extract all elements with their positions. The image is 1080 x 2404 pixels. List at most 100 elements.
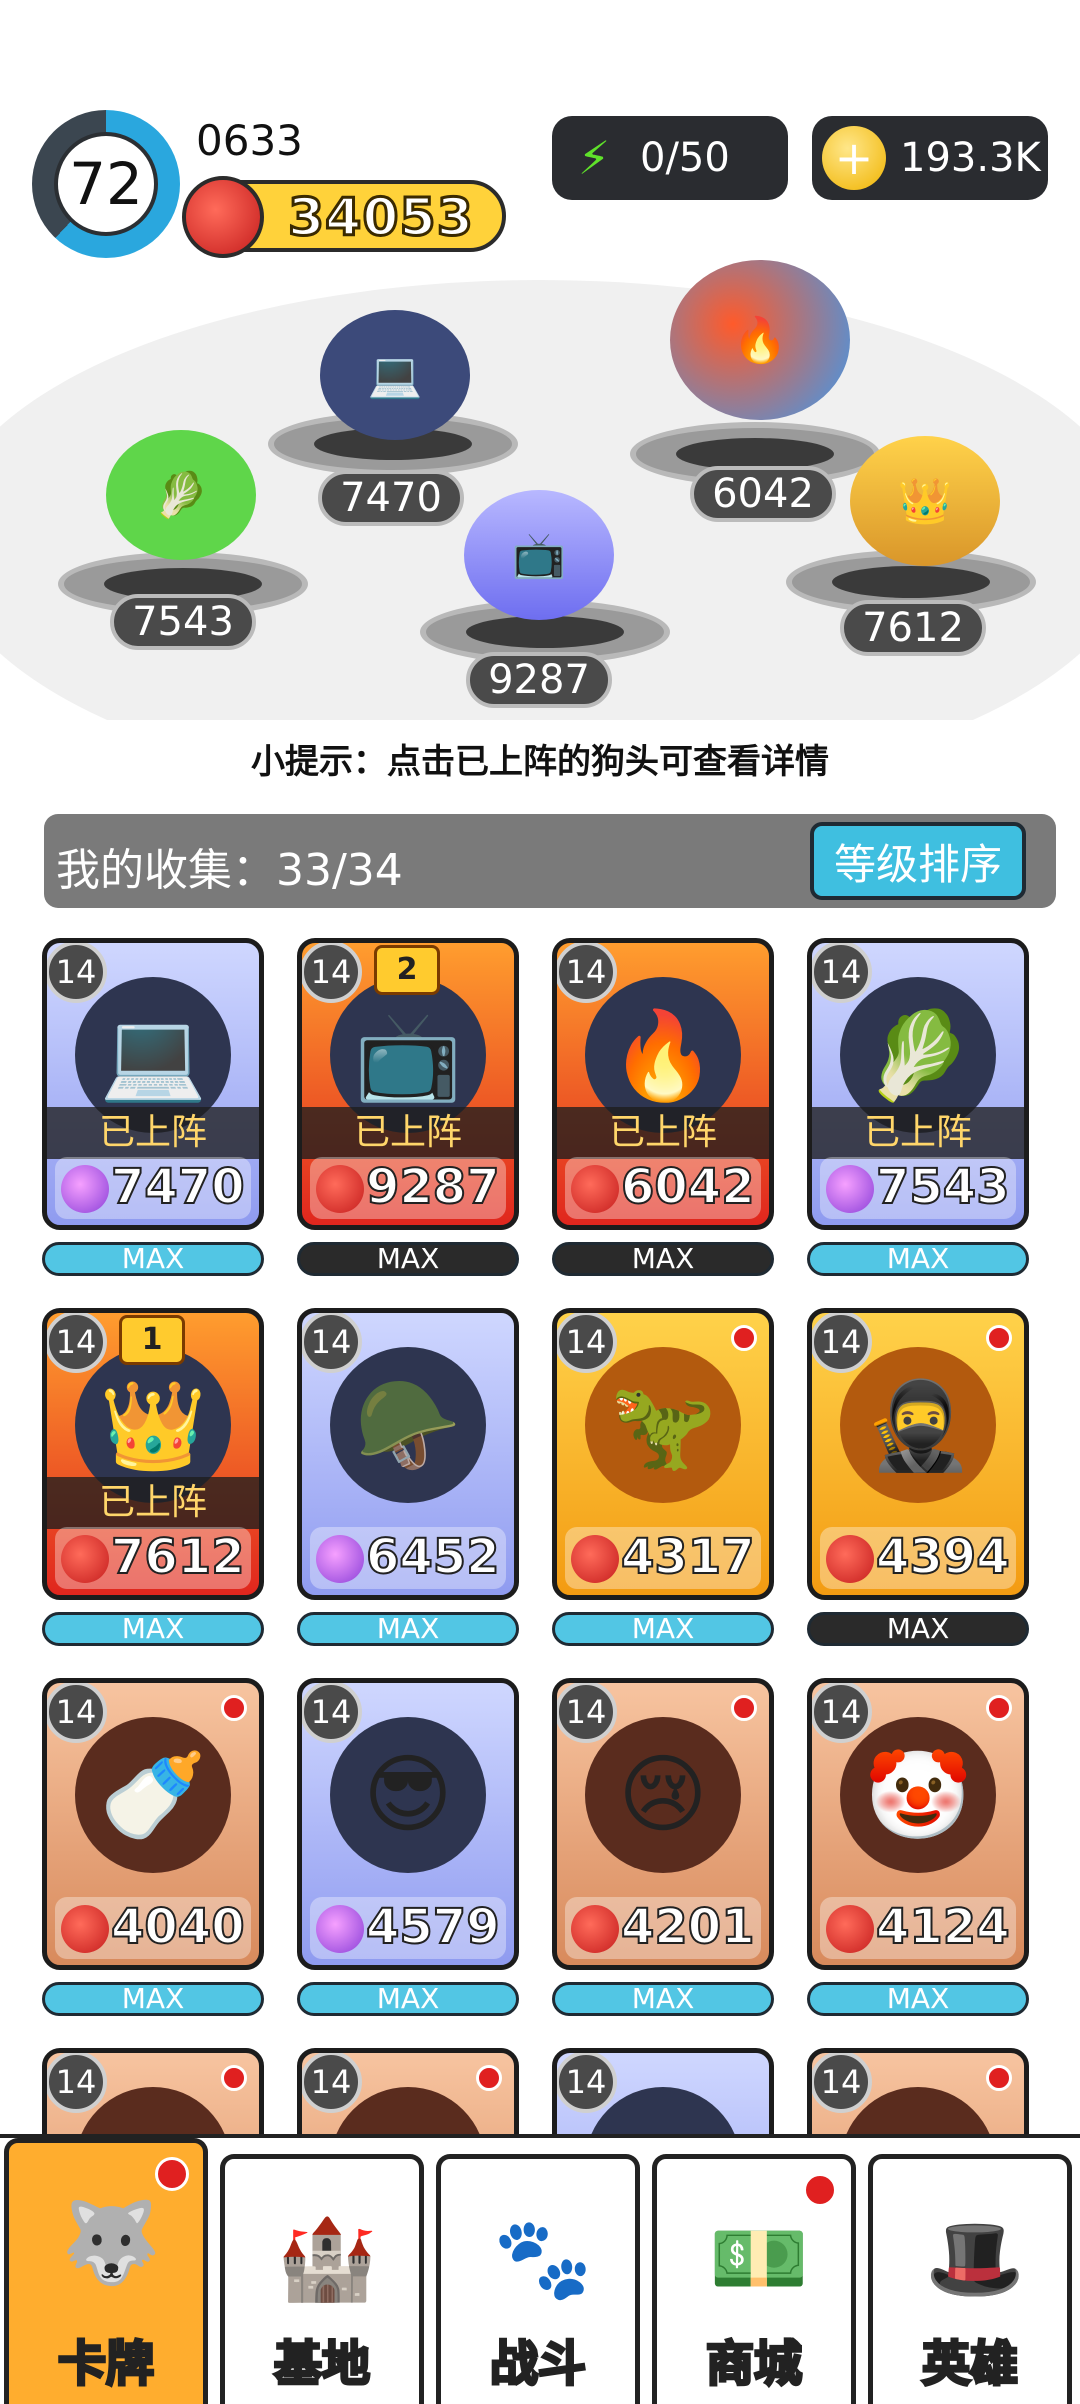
deployed-label: 已上阵 — [557, 1107, 769, 1159]
fist-power-icon — [61, 1165, 109, 1213]
bottom-nav: 🐺 卡牌 🏰 基地 🐾 战斗 💵 商城 🎩 英雄 — [0, 2134, 1080, 2404]
hero-card[interactable]: 😎 14 4579 — [297, 1678, 519, 1970]
hero-card[interactable]: 14 — [42, 2048, 264, 2134]
card-power-value: 6042 — [620, 1158, 756, 1216]
max-level-bar: MAX — [42, 1242, 264, 1276]
card-power-value: 4040 — [110, 1898, 246, 1956]
card-power-value: 7612 — [110, 1528, 246, 1586]
hero-card[interactable]: 😢 14 4201 — [552, 1678, 774, 1970]
hero-card[interactable]: 🍼 14 4040 — [42, 1678, 264, 1970]
card-power: 4317 — [565, 1527, 761, 1589]
hero-card[interactable]: 14 — [807, 2048, 1029, 2134]
nav-tab-label: 战斗 — [488, 2335, 587, 2394]
card-power: 9287 — [310, 1157, 506, 1219]
deployed-label: 已上阵 — [47, 1477, 259, 1529]
card-power: 6452 — [310, 1527, 506, 1589]
max-level-bar: MAX — [807, 1612, 1029, 1646]
hero-card[interactable]: 14 — [297, 2048, 519, 2134]
card-level-badge: 14 — [557, 943, 617, 1003]
hero-card[interactable]: 🪖 14 6452 — [297, 1308, 519, 1600]
fist-power-icon — [316, 1905, 364, 1953]
deployed-label: 已上阵 — [302, 1107, 514, 1159]
hero-portrait: 🦖 — [585, 1347, 741, 1503]
max-level-bar: MAX — [552, 1982, 774, 2016]
paw-icon: 🐾 — [493, 2212, 593, 2305]
card-level-badge: 14 — [557, 1313, 617, 1373]
nav-tab-label: 英雄 — [920, 2335, 1019, 2394]
nav-tab-money[interactable]: 💵 商城 — [652, 2154, 856, 2404]
card-level-badge: 14 — [47, 943, 107, 1003]
card-level-badge: 14 — [302, 1683, 362, 1743]
card-power-value: 4201 — [620, 1898, 756, 1956]
card-level-badge: 14 — [812, 1683, 872, 1743]
max-level-bar: MAX — [297, 1242, 519, 1276]
card-power: 4579 — [310, 1897, 506, 1959]
card-level-badge: 14 — [47, 2053, 107, 2113]
fist-power-icon — [61, 1535, 109, 1583]
fist-power-icon — [61, 1905, 109, 1953]
notification-dot — [986, 1695, 1012, 1721]
card-level-badge: 14 — [812, 2053, 872, 2113]
card-power: 7543 — [820, 1157, 1016, 1219]
fist-power-icon — [826, 1535, 874, 1583]
hero-portrait: 🍼 — [75, 1717, 231, 1873]
hero-card[interactable]: 🥬 14 已上阵 7543 — [807, 938, 1029, 1230]
card-level-badge: 14 — [812, 1313, 872, 1373]
notification-dot — [155, 2157, 189, 2191]
hero-card[interactable]: 🦖 14 4317 — [552, 1308, 774, 1600]
max-level-bar: MAX — [42, 1982, 264, 2016]
card-power: 4124 — [820, 1897, 1016, 1959]
nav-tab-castle[interactable]: 🏰 基地 — [220, 2154, 424, 2404]
notification-dot — [731, 1325, 757, 1351]
hero-card[interactable]: 🔥 14 已上阵 6042 — [552, 938, 774, 1230]
nav-tab-label: 基地 — [272, 2335, 371, 2394]
card-level-badge: 14 — [47, 1313, 107, 1373]
card-power-value: 4394 — [875, 1528, 1011, 1586]
hero-portrait: 🪖 — [330, 1347, 486, 1503]
notification-dot — [986, 1325, 1012, 1351]
card-power-value: 9287 — [365, 1158, 501, 1216]
notification-dot — [986, 2065, 1012, 2091]
card-power-value: 4317 — [620, 1528, 756, 1586]
hero-card[interactable]: 💻 14 已上阵 7470 — [42, 938, 264, 1230]
fist-power-icon — [571, 1905, 619, 1953]
hero-portrait: 🥷 — [840, 1347, 996, 1503]
card-power-value: 7543 — [875, 1158, 1011, 1216]
money-icon: 💵 — [709, 2212, 809, 2305]
fist-power-icon — [316, 1535, 364, 1583]
fist-power-icon — [826, 1905, 874, 1953]
card-power-value: 4124 — [875, 1898, 1011, 1956]
hero-card[interactable]: 📺 14 2 已上阵 9287 — [297, 938, 519, 1230]
fist-power-icon — [826, 1165, 874, 1213]
top-hat-dog-icon: 🎩 — [925, 2212, 1025, 2305]
hero-card[interactable]: 🤡 14 4124 — [807, 1678, 1029, 1970]
notification-dot — [476, 2065, 502, 2091]
max-level-bar: MAX — [297, 1612, 519, 1646]
max-level-bar: MAX — [42, 1612, 264, 1646]
card-power: 7470 — [55, 1157, 251, 1219]
star-rank-badge: 1 — [119, 1315, 185, 1365]
max-level-bar: MAX — [807, 1982, 1029, 2016]
hero-card[interactable]: 👑 14 1 已上阵 7612 — [42, 1308, 264, 1600]
nav-tab-paw[interactable]: 🐾 战斗 — [436, 2154, 640, 2404]
card-power: 4201 — [565, 1897, 761, 1959]
hero-card[interactable]: 🥷 14 4394 — [807, 1308, 1029, 1600]
card-level-badge: 14 — [302, 1313, 362, 1373]
nav-tab-label: 卡牌 — [56, 2335, 155, 2394]
card-power-value: 6452 — [365, 1528, 501, 1586]
max-level-bar: MAX — [807, 1242, 1029, 1276]
fist-power-icon — [316, 1165, 364, 1213]
deployed-label: 已上阵 — [47, 1107, 259, 1159]
hero-card[interactable]: 14 — [552, 2048, 774, 2134]
deployed-label: 已上阵 — [812, 1107, 1024, 1159]
fist-power-icon — [571, 1535, 619, 1583]
notification-dot — [731, 1695, 757, 1721]
nav-tab-husky[interactable]: 🐺 卡牌 — [4, 2138, 208, 2404]
card-level-badge: 14 — [557, 2053, 617, 2113]
card-grid: 💻 14 已上阵 7470 MAX 📺 14 2 已上阵 9287 MAX 🔥 14 已上阵 6042 MAX… — [0, 0, 1080, 2134]
max-level-bar: MAX — [552, 1242, 774, 1276]
card-power-value: 4579 — [365, 1898, 501, 1956]
hero-portrait: 😎 — [330, 1717, 486, 1873]
notification-dot — [221, 2065, 247, 2091]
nav-tab-top-hat-dog[interactable]: 🎩 英雄 — [868, 2154, 1072, 2404]
